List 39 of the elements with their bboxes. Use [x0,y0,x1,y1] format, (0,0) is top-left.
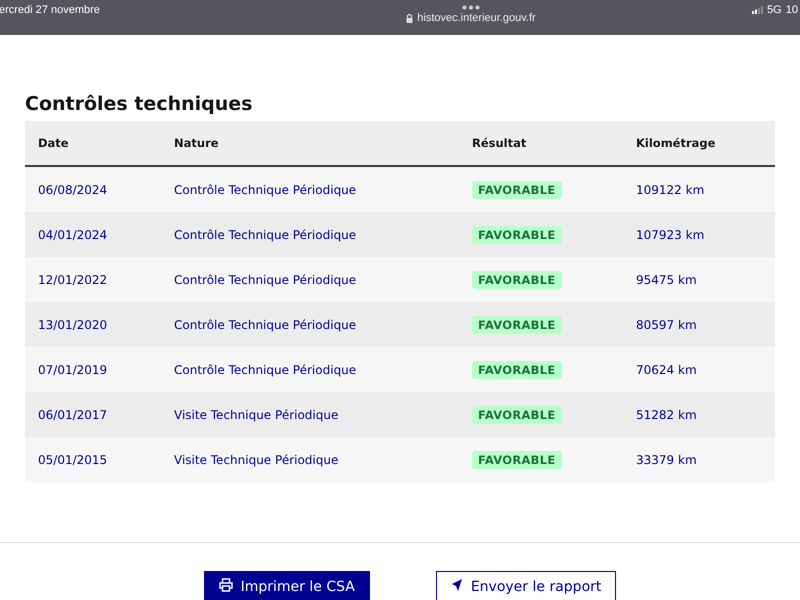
result-badge: FAVORABLE [472,360,562,378]
nature-cell: Visite Technique Périodique [174,452,338,466]
nature-cell: Contrôle Technique Périodique [174,228,356,242]
battery-percent: 10 [786,4,798,16]
nature-cell: Contrôle Technique Périodique [174,182,356,196]
nature-cell: Contrôle Technique Périodique [174,362,356,376]
mileage-cell: 109122 km [636,182,704,196]
result-badge: FAVORABLE [472,450,562,468]
mileage-cell: 107923 km [636,228,704,242]
mileage-cell: 70624 km [636,362,697,376]
result-badge: FAVORABLE [472,316,562,334]
date-cell: 12/01/2022 [38,272,108,286]
send-button[interactable]: Envoyer le rapport [436,571,616,600]
nature-cell: Visite Technique Périodique [174,408,338,422]
date-cell: 07/01/2019 [38,362,108,376]
network-label: 5G [767,4,782,16]
nature-cell: Contrôle Technique Périodique [174,318,356,332]
url-text[interactable]: histovec.interieur.gouv.fr [417,12,536,24]
nature-cell: Contrôle Technique Périodique [174,272,356,286]
send-icon [450,578,463,592]
signal-icon [752,6,764,14]
date-cell: 04/01/2024 [38,228,108,242]
mileage-cell: 95475 km [636,272,697,286]
print-button[interactable]: Imprimer le CSA [204,571,370,600]
result-badge: FAVORABLE [472,180,562,198]
mileage-cell: 51282 km [636,408,697,422]
date-cell: 05/01/2015 [38,452,108,466]
section-title: Contrôles techniques [25,93,254,115]
date-cell: 13/01/2020 [38,318,108,332]
result-badge: FAVORABLE [472,270,562,288]
mileage-cell: 80597 km [636,318,697,332]
result-badge: FAVORABLE [472,406,562,424]
result-badge: FAVORABLE [472,226,562,244]
more-icon[interactable] [462,5,480,10]
mileage-cell: 33379 km [636,452,697,466]
date-cell: 06/08/2024 [38,182,108,196]
date-cell: 06/01/2017 [38,408,108,422]
lock-icon [406,14,414,22]
printer-icon [218,578,233,592]
